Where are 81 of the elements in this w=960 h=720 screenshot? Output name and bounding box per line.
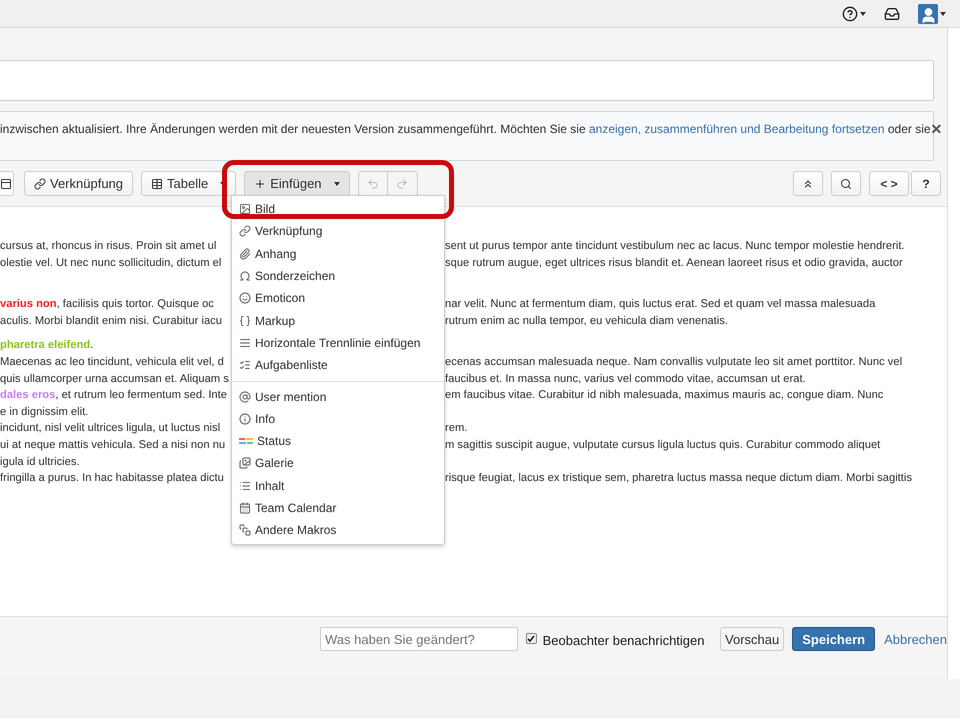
calendar-icon bbox=[239, 502, 251, 514]
undo-icon bbox=[366, 178, 379, 190]
checkbox-label: Beobachter benachrichtigen bbox=[542, 633, 706, 648]
body-text: incidunt, nisl velit ultrices ligula, ut luctus nisl bbox=[0, 421, 220, 436]
close-button[interactable]: ✕ bbox=[930, 121, 943, 137]
body-text: risque feugiat, lacus ex tristique sem, pharetra luctus massa neque dictum diam. Morbi sagittis bbox=[445, 471, 912, 486]
body-text: pharetra eleifend. bbox=[0, 338, 94, 354]
body-text: cursus at, rhoncus in risus. Proin sit amet ul bbox=[0, 239, 216, 254]
menu-item[interactable]: Team Calendar bbox=[232, 496, 444, 520]
menu-item[interactable]: Horizontale Trennlinie einfügen bbox=[232, 332, 444, 354]
plus-icon bbox=[254, 178, 266, 190]
body-text: e in dignissim elit. bbox=[0, 404, 88, 420]
body-text: em faucibus vitae. Curabitur id nibh malesuada, maximus mauris ac, congue diam. Nunc bbox=[445, 388, 884, 404]
body-text: sent ut purus tempor ante tincidunt vestibulum nec ac lacus. Nunc tempor molestie hendrerit. bbox=[445, 239, 905, 254]
save-button[interactable]: Speichern bbox=[792, 627, 876, 651]
stack-icon bbox=[239, 524, 251, 536]
body-text: m sagittis suscipit augue, vulputate cursus ligula luctus quis. Curabitur commodo aliquet bbox=[445, 438, 880, 453]
menu-item[interactable]: Status bbox=[232, 430, 444, 452]
toolbar-button[interactable]: ? bbox=[911, 171, 941, 196]
menu-item[interactable]: Bild bbox=[232, 198, 444, 220]
body-text: igula id ultricies. bbox=[0, 454, 80, 470]
notify-checkbox[interactable] bbox=[526, 633, 537, 644]
redo-icon bbox=[396, 178, 408, 190]
menu-item[interactable]: Inhalt bbox=[232, 474, 444, 497]
menu-item[interactable]: Galerie bbox=[232, 452, 444, 475]
omega-icon bbox=[239, 270, 251, 282]
search-button[interactable] bbox=[831, 171, 861, 196]
body-text: quis ullamcorper urna accumsan et. Aliquam s bbox=[0, 372, 229, 387]
body-text: aculis. Morbi blandit enim nisi. Curabitur iacu bbox=[0, 314, 222, 329]
info-icon bbox=[239, 412, 251, 425]
lines-icon bbox=[239, 336, 251, 349]
menu-item[interactable]: Andere Makros bbox=[232, 519, 444, 542]
images-icon bbox=[239, 457, 251, 470]
toolbar-button[interactable]: Tabelle bbox=[141, 171, 236, 196]
body-text: nar velit. Nunc at fermentum diam, quis luctus erat. Sed et quam vel massa malesuada bbox=[445, 297, 876, 312]
notice-text: inzwischen aktualisiert. Ihre Änderungen werden mit der neuesten Version zusammengeführt. Möchten Sie sie anzeigen, zusammenführen und Bearbeitung fortsetzen oder sie bbox=[0, 121, 931, 137]
chevrons-up-icon bbox=[802, 178, 814, 190]
help-icon[interactable] bbox=[842, 6, 866, 22]
body-text: sque rutrum augue, eget ultrices risus blandit et. Aenean laoreet risus et odio gravida, auctor bbox=[445, 256, 903, 271]
body-text: ui at neque mattis vehicula. Sed a nisi non nu bbox=[0, 438, 226, 453]
body-text: rutrum enim ac nulla tempor, eu vehicula diam venenatis. bbox=[445, 314, 728, 329]
body-text: faucibus et. In massa nunc, varius vel commodo vitae, accumsan ut erat. bbox=[445, 372, 806, 387]
cancel-link[interactable]: Abbrechen bbox=[884, 632, 947, 647]
status-bars-icon bbox=[239, 437, 253, 446]
menu-item[interactable]: Emoticon bbox=[232, 287, 444, 310]
body-text: fringilla a purus. In hac habitasse platea dictu bbox=[0, 471, 224, 486]
smiley-icon bbox=[239, 292, 251, 304]
menu-item[interactable]: User mention bbox=[232, 385, 444, 408]
merge-link[interactable]: anzeigen, zusammenführen und Bearbeitung fortsetzen bbox=[588, 122, 885, 136]
inbox-icon[interactable] bbox=[884, 6, 900, 22]
user-avatar-icon[interactable] bbox=[918, 4, 946, 24]
preview-button[interactable]: Vorschau bbox=[720, 627, 784, 651]
image-icon bbox=[239, 203, 251, 216]
at-sign-icon bbox=[239, 390, 251, 403]
body-text: ecenas accumsan malesuada neque. Nam convallis vulputate leo sit amet porttitor. Nunc vel bbox=[445, 354, 902, 370]
braces-icon bbox=[239, 314, 251, 327]
panel-icon bbox=[0, 178, 12, 190]
toolbar-button[interactable] bbox=[0, 171, 14, 196]
body-text: dales eros, et rutrum leo fermentum sed. Inte bbox=[0, 388, 227, 404]
body-text: Maecenas ac leo tincidunt, vehicula elit vel, d bbox=[0, 354, 224, 370]
comment-field[interactable]: Was haben Sie geändert? bbox=[320, 627, 518, 651]
toolbar-button[interactable]: < > bbox=[869, 171, 909, 196]
link-icon bbox=[239, 225, 251, 238]
menu-item[interactable]: Sonderzeichen bbox=[232, 264, 444, 288]
toolbar-button[interactable]: Verknüpfung bbox=[24, 171, 134, 196]
body-text: olestie vel. Ut nec nunc sollicitudin, dictum el bbox=[0, 256, 222, 271]
menu-item[interactable]: Verknüpfung bbox=[232, 220, 444, 243]
menu-item[interactable]: Anhang bbox=[232, 242, 444, 265]
toolbar-button[interactable]: Einfügen bbox=[244, 171, 350, 196]
link-icon bbox=[34, 178, 46, 190]
menu-item[interactable]: Info bbox=[232, 408, 444, 430]
paperclip-icon bbox=[239, 248, 251, 260]
checklist-icon bbox=[239, 359, 251, 372]
title-field[interactable] bbox=[0, 60, 934, 101]
menu-item[interactable]: Markup bbox=[232, 309, 444, 332]
table-icon bbox=[151, 178, 164, 190]
body-text: rem. bbox=[445, 421, 468, 436]
search-icon bbox=[840, 178, 852, 190]
chevrons-up-button[interactable] bbox=[793, 171, 823, 196]
menu-item[interactable]: Aufgabenliste bbox=[232, 354, 444, 376]
body-text: varius non, facilisis quis tortor. Quisque oc bbox=[0, 297, 214, 312]
